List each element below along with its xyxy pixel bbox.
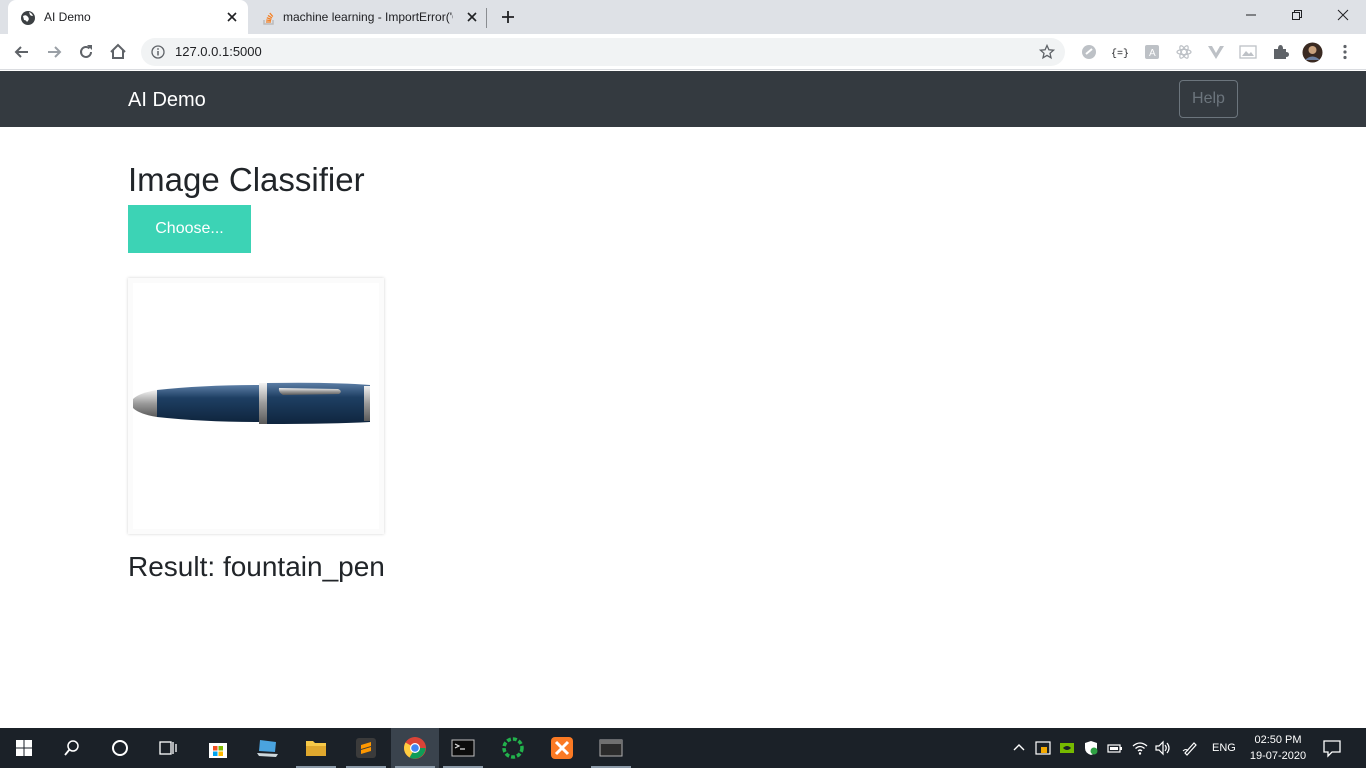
- json-formatter-icon[interactable]: {=}: [1110, 44, 1128, 60]
- laptop-icon: [257, 740, 278, 757]
- address-bar[interactable]: 127.0.0.1:5000: [141, 38, 1065, 66]
- image-preview: [128, 278, 384, 534]
- tray-app-icon[interactable]: [1035, 740, 1051, 756]
- store-icon: [209, 743, 227, 758]
- terminal-button[interactable]: [439, 728, 487, 768]
- tab-separator: [486, 8, 487, 28]
- security-shield-icon[interactable]: [1083, 740, 1099, 756]
- tab-ai-demo[interactable]: AI Demo: [8, 0, 248, 34]
- task-view-button[interactable]: [144, 728, 192, 768]
- site-navbar: AI Demo Help: [0, 71, 1366, 127]
- navbar-brand[interactable]: AI Demo: [128, 88, 206, 112]
- close-icon[interactable]: [226, 11, 238, 23]
- windows-logo-icon: [16, 740, 32, 756]
- cortana-icon: [112, 740, 128, 756]
- battery-icon[interactable]: [1107, 740, 1123, 756]
- microsoft-store-button[interactable]: [194, 728, 242, 768]
- sublime-text-button[interactable]: [342, 728, 390, 768]
- vue-devtools-icon[interactable]: [1207, 44, 1225, 60]
- reload-icon[interactable]: [76, 42, 96, 62]
- globe-icon: [21, 11, 35, 25]
- windows-taskbar: ENG 02:50 PM 19-07-2020: [0, 728, 1366, 768]
- fountain-pen-image: [133, 382, 370, 424]
- clock-date: 19-07-2020: [1249, 750, 1307, 762]
- tab-stackoverflow[interactable]: machine learning - ImportError('C: [252, 0, 488, 34]
- browser-tabstrip: AI Demo machine learning - ImportError('…: [0, 0, 1366, 34]
- tab-title: machine learning - ImportError('C: [283, 10, 453, 24]
- nvidia-icon[interactable]: [1059, 740, 1075, 756]
- task-view-icon: [159, 741, 177, 755]
- extensions-puzzle-icon[interactable]: [1271, 44, 1289, 60]
- info-icon[interactable]: [151, 45, 165, 59]
- input-language[interactable]: ENG: [1212, 741, 1236, 755]
- choose-file-button[interactable]: Choose...: [128, 205, 251, 253]
- chrome-icon: [404, 737, 426, 759]
- profile-avatar-icon[interactable]: [1302, 42, 1323, 63]
- url-text: 127.0.0.1:5000: [175, 44, 262, 59]
- result-heading: Result: fountain_pen: [128, 550, 385, 584]
- show-hidden-icons-chevron-icon[interactable]: [1011, 740, 1027, 756]
- page-title: Image Classifier: [128, 161, 365, 198]
- wifi-icon[interactable]: [1132, 740, 1148, 756]
- result-value: fountain_pen: [222, 551, 385, 582]
- new-tab-icon[interactable]: [500, 9, 516, 25]
- react-devtools-icon[interactable]: [1175, 44, 1193, 60]
- close-window-button[interactable]: [1320, 0, 1366, 30]
- minimize-icon: [1246, 14, 1256, 16]
- search-button[interactable]: [48, 728, 96, 768]
- terminal-icon: [451, 739, 475, 757]
- home-icon[interactable]: [108, 42, 128, 62]
- window-app-icon: [599, 739, 623, 757]
- folder-icon: [306, 741, 326, 756]
- xampp-icon: [551, 737, 573, 759]
- help-button[interactable]: Help: [1179, 80, 1238, 118]
- close-icon: [1337, 9, 1349, 21]
- minimize-button[interactable]: [1228, 0, 1274, 30]
- back-icon[interactable]: [12, 42, 32, 62]
- extension-icon[interactable]: A: [1143, 44, 1161, 60]
- xampp-button[interactable]: [538, 728, 586, 768]
- notifications-icon[interactable]: [1322, 738, 1342, 758]
- volume-icon[interactable]: [1155, 740, 1171, 756]
- system-clock[interactable]: 02:50 PM 19-07-2020: [1246, 732, 1310, 764]
- window-app-button[interactable]: [587, 728, 635, 768]
- cortana-button[interactable]: [96, 728, 144, 768]
- menu-kebab-icon[interactable]: [1336, 44, 1354, 60]
- stackoverflow-icon: [263, 12, 274, 25]
- chrome-button[interactable]: [391, 728, 439, 768]
- file-explorer-button[interactable]: [292, 728, 340, 768]
- search-icon: [64, 740, 79, 756]
- extension-icon[interactable]: [1080, 44, 1098, 60]
- clock-time: 02:50 PM: [1254, 734, 1302, 746]
- restore-button[interactable]: [1274, 0, 1320, 30]
- green-ring-icon: [502, 737, 524, 759]
- start-button[interactable]: [0, 728, 48, 768]
- green-ring-app-button[interactable]: [489, 728, 537, 768]
- tab-title: AI Demo: [44, 10, 91, 24]
- close-icon[interactable]: [466, 11, 478, 23]
- browser-toolbar: 127.0.0.1:5000 {=} A: [0, 34, 1366, 70]
- sublime-text-icon: [356, 738, 376, 758]
- restore-icon: [1292, 10, 1302, 20]
- forward-icon[interactable]: [44, 42, 64, 62]
- svg-text:{=}: {=}: [1111, 48, 1128, 60]
- svg-text:A: A: [1149, 48, 1156, 59]
- pc-app-button[interactable]: [244, 728, 292, 768]
- result-label: Result:: [128, 551, 216, 582]
- bookmark-star-icon[interactable]: [1039, 44, 1055, 60]
- image-extension-icon[interactable]: [1239, 44, 1257, 60]
- pen-workspace-icon[interactable]: [1182, 740, 1198, 756]
